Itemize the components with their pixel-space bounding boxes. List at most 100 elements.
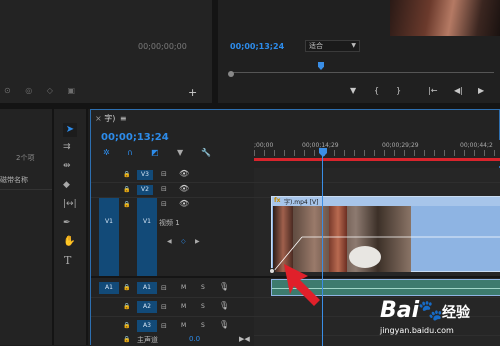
keyframe-point[interactable]	[269, 268, 275, 274]
eye-icon[interactable]: 👁	[179, 169, 189, 178]
go-to-edit-icon[interactable]: ▶◀	[239, 335, 250, 343]
microphone-icon[interactable]: 🎙	[219, 282, 229, 291]
selection-tool-icon[interactable]: ➤	[63, 123, 77, 137]
track-headers: 🔒 V3 ⊟ 👁 🔒 V2 ⊟ 👁 V1 🔒 V1 ⊟ 👁 视频 1 ◀ ◇ ▶	[91, 168, 254, 346]
out-point-icon[interactable]: }	[396, 86, 401, 95]
ruler-label: 00;00;14;29	[302, 142, 339, 149]
slip-tool-icon[interactable]: |↔|	[63, 199, 77, 209]
tools-panel: ➤ ⇉ ⇹ ◆ |↔| ✒ ✋ T	[52, 109, 88, 345]
mute-button[interactable]: M	[181, 284, 186, 291]
project-item-count: 2个项	[16, 154, 35, 162]
watermark: Bai 🐾 经验 jingyan.baidu.com	[380, 296, 500, 344]
ruler-ticks	[254, 150, 500, 156]
tab-menu-icon[interactable]: ≡	[120, 114, 127, 123]
lock-icon[interactable]: 🔒	[123, 336, 130, 343]
track-select-tool-icon[interactable]: ⇉	[63, 142, 71, 152]
marker-icon[interactable]: ▼	[350, 86, 356, 95]
solo-button[interactable]: S	[201, 284, 205, 291]
in-point-icon[interactable]: {	[374, 86, 379, 95]
divider	[91, 276, 254, 278]
sync-lock-icon[interactable]: ⊟	[161, 185, 167, 193]
go-to-in-icon[interactable]: |←	[428, 86, 437, 95]
program-playhead-marker[interactable]	[318, 62, 324, 70]
chevron-down-icon: ▼	[351, 42, 356, 49]
ruler-label: 00;00;44;2	[460, 142, 493, 149]
timeline-tab-label: 字)	[104, 114, 116, 123]
program-video-frame	[390, 0, 500, 36]
eye-icon[interactable]: 👁	[179, 199, 189, 208]
sync-lock-icon[interactable]: ⊟	[161, 170, 167, 178]
mute-button[interactable]: M	[181, 303, 186, 310]
lock-icon[interactable]: 🔒	[123, 284, 130, 291]
watermark-url: jingyan.baidu.com	[380, 326, 454, 335]
source-target-a1[interactable]: A1	[99, 282, 119, 294]
settings-wrench-icon[interactable]: 🔧	[201, 148, 211, 157]
track-row-a1: A1 🔒 A1 ⊟ M S 🎙	[91, 279, 254, 297]
track-row-a2: 🔒 A2 ⊟ M S 🎙	[91, 298, 254, 316]
sync-lock-icon[interactable]: ⊟	[161, 200, 167, 208]
source-controls: ⊙ ◎ ◇ ▣	[4, 86, 82, 95]
nest-icon[interactable]: ✲	[103, 148, 110, 157]
timeline-timecode[interactable]: 00;00;13;24	[101, 132, 169, 143]
snap-icon[interactable]: ∩	[127, 148, 133, 157]
sync-lock-icon[interactable]: ⊟	[161, 284, 167, 292]
track-row-v1: V1 🔒 V1 ⊟ 👁 视频 1 ◀ ◇ ▶	[91, 198, 254, 276]
program-transport: ▼ { } |← ◀| ▶	[350, 86, 500, 98]
add-button-icon[interactable]: +	[188, 86, 197, 99]
track-label-v1: 视频 1	[159, 219, 180, 227]
video-clip[interactable]: fx 字).mp4 [V]	[271, 196, 500, 273]
track-name-a2[interactable]: A2	[137, 301, 157, 313]
sync-lock-icon[interactable]: ⊟	[161, 303, 167, 311]
scrub-start-handle[interactable]	[228, 71, 234, 77]
paw-logo-icon: 🐾	[418, 298, 443, 322]
ripple-edit-tool-icon[interactable]: ⇹	[63, 161, 71, 171]
program-scrub-bar[interactable]	[230, 72, 494, 76]
track-name-v1[interactable]: V1	[137, 198, 157, 276]
close-icon[interactable]: ×	[95, 114, 102, 123]
watermark-brand: Bai	[380, 298, 420, 323]
solo-button[interactable]: S	[201, 303, 205, 310]
playhead-line	[322, 156, 323, 346]
track-name-a3[interactable]: A3	[137, 320, 157, 332]
timeline-tab[interactable]: × 字) ≡	[95, 113, 127, 124]
work-area-bar[interactable]	[254, 158, 500, 161]
zoom-select[interactable]: 适合 ▼	[305, 40, 360, 52]
track-row-a3: 🔒 A3 ⊟ M S 🎙	[91, 317, 254, 335]
microphone-icon[interactable]: 🎙	[219, 320, 229, 329]
eye-icon[interactable]: 👁	[179, 184, 189, 193]
microphone-icon[interactable]: 🎙	[219, 301, 229, 310]
track-name-a1[interactable]: A1	[137, 282, 157, 294]
lock-icon[interactable]: 🔒	[123, 171, 130, 178]
hand-tool-icon[interactable]: ✋	[63, 236, 75, 247]
mute-button[interactable]: M	[181, 322, 186, 329]
program-timecode: 00;00;13;24	[230, 42, 285, 51]
lock-icon[interactable]: 🔒	[123, 322, 130, 329]
divider	[0, 189, 52, 190]
track-name-v2[interactable]: V2	[137, 185, 153, 195]
project-column-header[interactable]: 磁带名称	[0, 175, 28, 185]
annotation-arrow	[284, 264, 320, 306]
type-tool-icon[interactable]: T	[64, 254, 71, 267]
prev-keyframe-icon[interactable]: ◀	[167, 238, 172, 245]
track-row-v2: 🔒 V2 ⊟ 👁	[91, 183, 254, 197]
razor-tool-icon[interactable]: ◆	[63, 180, 70, 190]
next-keyframe-icon[interactable]: ▶	[195, 238, 200, 245]
source-target-v1[interactable]: V1	[99, 198, 119, 276]
solo-button[interactable]: S	[201, 322, 205, 329]
pen-tool-icon[interactable]: ✒	[63, 218, 71, 228]
track-name-v3[interactable]: V3	[137, 170, 153, 180]
lock-icon[interactable]: 🔒	[123, 303, 130, 310]
lock-icon[interactable]: 🔒	[123, 186, 130, 193]
add-keyframe-icon[interactable]: ◇	[181, 238, 186, 245]
program-monitor: 00;00;13;24 适合 ▼ ▼ { } |← ◀| ▶	[218, 0, 500, 103]
play-icon[interactable]: ▶	[478, 86, 484, 95]
step-back-icon[interactable]: ◀|	[454, 86, 463, 95]
add-marker-icon[interactable]: ▼	[177, 148, 183, 157]
linked-selection-icon[interactable]: ◩	[151, 148, 159, 157]
master-track-label: 主声道	[137, 336, 158, 344]
master-volume-value[interactable]: 0.0	[189, 335, 200, 343]
lock-icon[interactable]: 🔒	[123, 201, 130, 208]
sync-lock-icon[interactable]: ⊟	[161, 322, 167, 330]
source-timecode: 00;00;00;00	[138, 42, 187, 51]
time-ruler[interactable]: ;00;00 00;00;14;29 00;00;29;29 00;00;44;…	[254, 140, 500, 166]
